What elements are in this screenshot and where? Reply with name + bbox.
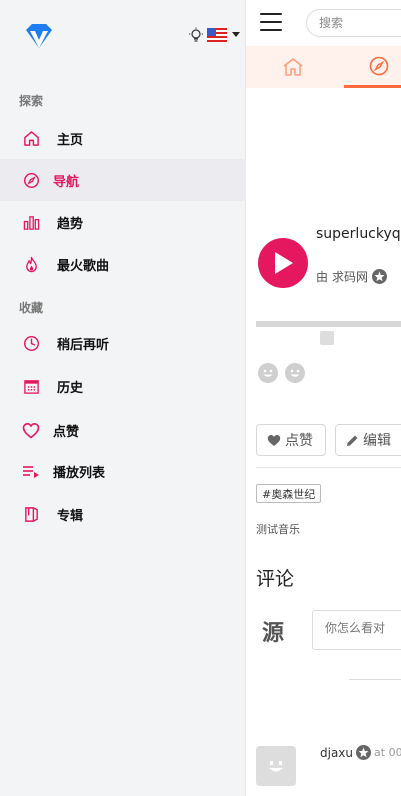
sidebar-item-history[interactable]: 历史	[0, 365, 246, 407]
sidebar-item-label: 主页	[57, 132, 84, 148]
sidebar-item-likes[interactable]: 点赞	[0, 409, 246, 451]
comment-timestamp: at 00	[374, 746, 401, 759]
sidebar-item-albums[interactable]: 专辑	[0, 493, 246, 535]
home-icon	[283, 58, 303, 76]
sidebar-item-trends[interactable]: 趋势	[0, 201, 246, 243]
sidebar-item-listen-later[interactable]: 稍后再听	[0, 322, 246, 364]
site-logo: 源	[262, 620, 285, 646]
small-avatar-icon	[320, 331, 334, 345]
track-title: superluckyq	[316, 226, 401, 242]
play-button[interactable]	[258, 238, 308, 288]
section-title-collection: 收藏	[19, 301, 44, 315]
sidebar-item-playlists[interactable]: 播放列表	[0, 450, 246, 492]
sidebar-item-label: 导航	[53, 174, 80, 190]
comment-input[interactable]	[312, 610, 401, 650]
comments-title: 评论	[256, 568, 295, 590]
sidebar: 探索 主页 导航 趋势 最火歌曲 收藏 稍后再听 历史 点赞 播放列表 专辑	[0, 0, 246, 796]
play-icon	[275, 252, 293, 274]
divider	[256, 467, 401, 468]
smiley-icon[interactable]	[285, 363, 305, 383]
sidebar-item-label: 历史	[57, 380, 84, 396]
verified-star-icon	[372, 269, 388, 284]
edit-button-label: 编辑	[363, 433, 391, 449]
hamburger-menu-icon[interactable]	[260, 13, 282, 31]
home-icon	[22, 129, 40, 147]
sidebar-item-label: 趋势	[57, 216, 84, 232]
playlist-icon	[22, 462, 40, 480]
smiley-avatar-icon	[269, 761, 283, 772]
main-content: superluckyq 由 求码网 点赞 编辑 #奥森世纪 测试音乐 评论 源 …	[246, 0, 401, 796]
sidebar-item-label: 播放列表	[53, 465, 106, 481]
heart-icon	[22, 421, 40, 439]
sidebar-item-hot-songs[interactable]: 最火歌曲	[0, 243, 246, 285]
clock-icon	[22, 334, 40, 352]
tab-discover[interactable]	[344, 46, 401, 88]
sidebar-item-home[interactable]: 主页	[0, 117, 246, 159]
search-input[interactable]	[306, 9, 401, 37]
divider	[349, 679, 401, 680]
tab-home[interactable]	[263, 46, 323, 88]
comment-username[interactable]: djaxu	[320, 746, 353, 760]
avatar[interactable]	[256, 746, 296, 786]
heart-icon	[267, 434, 281, 446]
hashtag-badge[interactable]: #奥森世纪	[256, 484, 322, 503]
like-button-label: 点赞	[285, 433, 313, 449]
sidebar-item-navigation[interactable]: 导航	[0, 159, 246, 201]
verified-star-icon	[356, 745, 372, 760]
like-button[interactable]: 点赞	[256, 424, 326, 456]
track-meta: 由 求码网	[316, 268, 388, 285]
sidebar-item-label: 稍后再听	[57, 337, 110, 353]
sidebar-item-label: 最火歌曲	[57, 258, 110, 274]
tab-bar	[246, 46, 401, 88]
compass-icon	[22, 171, 40, 189]
comment-header: djaxu at 00	[320, 745, 401, 760]
audio-progress-bar[interactable]	[256, 321, 401, 327]
chevron-down-icon[interactable]	[232, 32, 240, 38]
calendar-icon	[22, 377, 40, 395]
album-icon	[22, 505, 40, 523]
track-author[interactable]: 求码网	[332, 268, 368, 285]
sidebar-item-label: 专辑	[57, 508, 84, 524]
edit-button[interactable]: 编辑	[335, 424, 401, 456]
us-flag-icon[interactable]	[207, 28, 227, 42]
diamond-logo-icon[interactable]	[22, 22, 56, 52]
bar-chart-icon	[22, 213, 40, 231]
sidebar-item-label: 点赞	[53, 424, 80, 440]
sidebar-top-controls	[188, 27, 240, 43]
section-title-explore: 探索	[19, 94, 44, 108]
smiley-icon[interactable]	[258, 363, 278, 383]
by-label: 由	[316, 270, 329, 284]
track-description: 测试音乐	[256, 523, 300, 536]
compass-icon	[369, 56, 389, 75]
pencil-icon	[347, 435, 358, 446]
flame-icon	[22, 255, 40, 273]
top-bar	[246, 0, 401, 46]
lightbulb-icon[interactable]	[188, 27, 204, 43]
